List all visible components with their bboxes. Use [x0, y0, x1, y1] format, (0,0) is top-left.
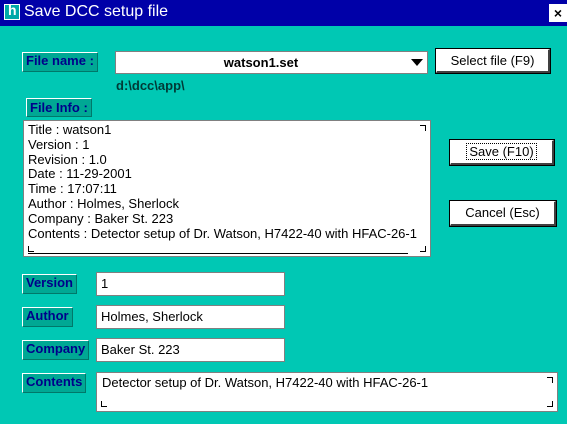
file-info-box[interactable]: Title : watson1 Version : 1 Revision : 1… [23, 120, 431, 257]
info-line-author: Author : Holmes, Sherlock [28, 195, 180, 211]
info-line-time: Time : 17:07:11 [28, 181, 117, 197]
app-icon [4, 2, 20, 20]
info-line-company: Company : Baker St. 223 [28, 210, 174, 226]
author-label: Author [22, 307, 73, 327]
scroll-line [28, 253, 408, 254]
save-label: Save (F10) [466, 143, 537, 160]
info-line-title: Title : watson1 [28, 123, 112, 137]
title-bar[interactable]: Save DCC setup file × [0, 0, 567, 26]
chevron-down-icon[interactable] [411, 59, 423, 66]
select-file-label: Select file (F9) [450, 53, 535, 68]
file-name-label: File name : [22, 52, 98, 72]
close-button[interactable]: × [549, 4, 567, 22]
company-label: Company [22, 340, 90, 360]
file-path: d:\dcc\app\ [116, 78, 185, 93]
contents-label: Contents [22, 373, 87, 393]
corner-mark [420, 125, 426, 131]
version-field[interactable]: 1 [96, 272, 285, 296]
info-line-version: Version : 1 [28, 136, 90, 152]
info-line-contents: Contents : Detector setup of Dr. Watson,… [28, 225, 417, 241]
contents-field[interactable]: Detector setup of Dr. Watson, H7422-40 w… [96, 372, 558, 412]
corner-mark [547, 377, 553, 383]
corner-mark [420, 246, 426, 252]
save-button[interactable]: Save (F10) [450, 140, 554, 165]
save-dialog: Save DCC setup file × File name : watson… [0, 0, 567, 424]
window-title: Save DCC setup file [24, 3, 169, 20]
select-file-button[interactable]: Select file (F9) [436, 49, 550, 73]
author-field[interactable]: Holmes, Sherlock [96, 305, 285, 329]
cancel-button[interactable]: Cancel (Esc) [450, 201, 556, 226]
file-name-combo[interactable]: watson1.set [115, 51, 428, 74]
corner-mark [547, 401, 553, 407]
file-info-lines: Title : watson1 Version : 1 Revision : 1… [28, 123, 422, 241]
company-field[interactable]: Baker St. 223 [96, 338, 285, 362]
version-label: Version [22, 274, 77, 294]
info-line-revision: Revision : 1.0 [28, 151, 107, 167]
corner-mark [101, 401, 107, 407]
file-info-label: File Info : [26, 98, 92, 117]
corner-mark [28, 246, 34, 252]
info-line-date: Date : 11-29-2001 [28, 166, 132, 182]
cancel-label: Cancel (Esc) [465, 205, 540, 220]
file-name-value: watson1.set [223, 55, 299, 70]
contents-value: Detector setup of Dr. Watson, H7422-40 w… [102, 375, 429, 390]
